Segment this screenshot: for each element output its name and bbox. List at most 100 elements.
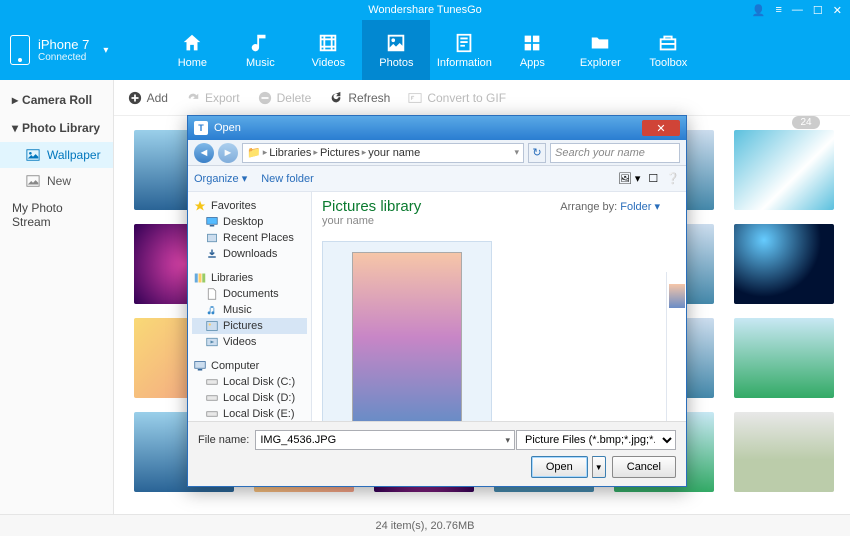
- tree-music[interactable]: Music: [192, 302, 307, 318]
- dialog-close-button[interactable]: ✕: [642, 120, 680, 136]
- file-item[interactable]: IMG_4536.JPG: [322, 241, 492, 421]
- device-name: iPhone 7: [38, 37, 89, 52]
- nav-videos[interactable]: Videos: [294, 20, 362, 80]
- back-button[interactable]: ◄: [194, 143, 214, 163]
- tree-pictures[interactable]: Pictures: [192, 318, 307, 334]
- chevron-down-icon: ▾: [12, 121, 18, 135]
- refresh-icon: [329, 91, 343, 105]
- gif-icon: [408, 91, 422, 105]
- tree-recent[interactable]: Recent Places: [192, 230, 307, 246]
- export-button[interactable]: Export: [186, 91, 240, 105]
- breadcrumb[interactable]: 📁▸ Libraries▸ Pictures▸ your name ▾: [242, 143, 524, 163]
- search-input[interactable]: Search your name: [550, 143, 680, 163]
- header: iPhone 7 Connected ▾ Home Music Videos P…: [0, 20, 850, 80]
- preview-pane-button[interactable]: ☐: [648, 172, 658, 185]
- view-mode-button[interactable]: 🖼 ▾: [618, 172, 641, 185]
- refresh-button[interactable]: Refresh: [329, 91, 390, 105]
- star-icon: [194, 200, 206, 212]
- dialog-titlebar[interactable]: T Open ✕: [188, 116, 686, 140]
- folder-tree[interactable]: Favorites Desktop Recent Places Download…: [188, 192, 312, 421]
- tree-disk-e[interactable]: Local Disk (E:): [192, 406, 307, 421]
- thumbnail[interactable]: [734, 412, 834, 492]
- tree-downloads[interactable]: Downloads: [192, 246, 307, 262]
- thumbnail[interactable]: [734, 130, 834, 210]
- nav-information[interactable]: Information: [430, 20, 498, 80]
- delete-button[interactable]: Delete: [258, 91, 312, 105]
- tree-disk-d[interactable]: Local Disk (D:): [192, 390, 307, 406]
- sidebar-camera-roll[interactable]: ▸Camera Roll: [0, 86, 113, 114]
- filename-label: File name:: [198, 434, 249, 446]
- app-titlebar: Wondershare TunesGo 👤 ≡ — ☐ ✕: [0, 0, 850, 20]
- tree-favorites[interactable]: Favorites: [192, 198, 307, 214]
- open-button[interactable]: Open: [531, 456, 588, 478]
- nav-apps[interactable]: Apps: [498, 20, 566, 80]
- tree-desktop[interactable]: Desktop: [192, 214, 307, 230]
- status-bar: 24 item(s), 20.76MB: [0, 514, 850, 536]
- disk-icon: [206, 376, 218, 388]
- sidebar-my-photo-stream[interactable]: My Photo Stream: [0, 194, 113, 236]
- tree-documents[interactable]: Documents: [192, 286, 307, 302]
- document-icon: [206, 288, 218, 300]
- nav-music[interactable]: Music: [226, 20, 294, 80]
- tree-libraries[interactable]: Libraries: [192, 270, 307, 286]
- music-icon: [206, 304, 218, 316]
- dialog-title: Open: [214, 122, 241, 134]
- nav-home[interactable]: Home: [158, 20, 226, 80]
- new-folder-button[interactable]: New folder: [261, 173, 314, 185]
- sidebar-item-new[interactable]: New: [0, 168, 113, 194]
- thumbnail[interactable]: [734, 318, 834, 398]
- toolbar: Add Export Delete Refresh Convert to GIF: [114, 80, 850, 116]
- photo-icon: [385, 32, 407, 54]
- file-list-area: Pictures library your name Arrange by: F…: [312, 192, 686, 421]
- minimize-icon[interactable]: —: [792, 4, 803, 16]
- sidebar-item-wallpaper[interactable]: Wallpaper: [0, 142, 113, 168]
- menu-icon[interactable]: ≡: [775, 4, 781, 16]
- libraries-icon: [194, 272, 206, 284]
- add-button[interactable]: Add: [128, 91, 168, 105]
- refresh-address-button[interactable]: ↻: [528, 143, 546, 163]
- tree-computer[interactable]: Computer: [192, 358, 307, 374]
- computer-icon: [194, 360, 206, 372]
- app-mini-icon: T: [194, 121, 208, 135]
- picture-icon: [26, 148, 40, 162]
- forward-button[interactable]: ►: [218, 143, 238, 163]
- open-split-button[interactable]: ▼: [592, 456, 606, 478]
- cancel-button[interactable]: Cancel: [612, 456, 676, 478]
- export-icon: [186, 91, 200, 105]
- status-text: 24 item(s), 20.76MB: [375, 520, 474, 532]
- nav-toolbox[interactable]: Toolbox: [634, 20, 702, 80]
- thumbnail[interactable]: [734, 224, 834, 304]
- preview-image: [669, 284, 685, 308]
- user-icon[interactable]: 👤: [752, 4, 766, 17]
- tree-disk-c[interactable]: Local Disk (C:): [192, 374, 307, 390]
- file-thumbnail: [352, 252, 462, 421]
- chevron-down-icon: ▾: [103, 45, 108, 56]
- plus-icon: [128, 91, 142, 105]
- recent-icon: [206, 232, 218, 244]
- delete-icon: [258, 91, 272, 105]
- nav-explorer[interactable]: Explorer: [566, 20, 634, 80]
- sidebar-photo-library[interactable]: ▾Photo Library: [0, 114, 113, 142]
- maximize-icon[interactable]: ☐: [813, 4, 823, 17]
- convert-gif-button[interactable]: Convert to GIF: [408, 91, 506, 105]
- download-icon: [206, 248, 218, 260]
- organize-menu[interactable]: Organize ▾: [194, 172, 247, 185]
- library-subtitle: your name: [322, 215, 676, 227]
- nav-photos[interactable]: Photos: [362, 20, 430, 80]
- tree-videos[interactable]: Videos: [192, 334, 307, 350]
- count-badge: 24: [792, 116, 819, 129]
- sidebar: ▸Camera Roll ▾Photo Library Wallpaper Ne…: [0, 80, 114, 514]
- picture-icon: [26, 174, 40, 188]
- film-icon: [317, 32, 339, 54]
- close-icon[interactable]: ✕: [833, 4, 842, 17]
- chevron-down-icon[interactable]: ▾: [514, 147, 519, 158]
- apps-icon: [521, 32, 543, 54]
- folder-icon: 📁: [247, 146, 261, 159]
- device-selector[interactable]: iPhone 7 Connected ▾: [10, 35, 108, 65]
- filename-input[interactable]: [255, 430, 515, 450]
- help-button[interactable]: ❔: [666, 172, 680, 185]
- filetype-select[interactable]: Picture Files (*.bmp;*.jpg;*.jpeg: [516, 430, 676, 450]
- arrange-by[interactable]: Arrange by: Folder ▾: [560, 200, 660, 213]
- chevron-right-icon: ▸: [12, 93, 18, 107]
- phone-icon: [10, 35, 30, 65]
